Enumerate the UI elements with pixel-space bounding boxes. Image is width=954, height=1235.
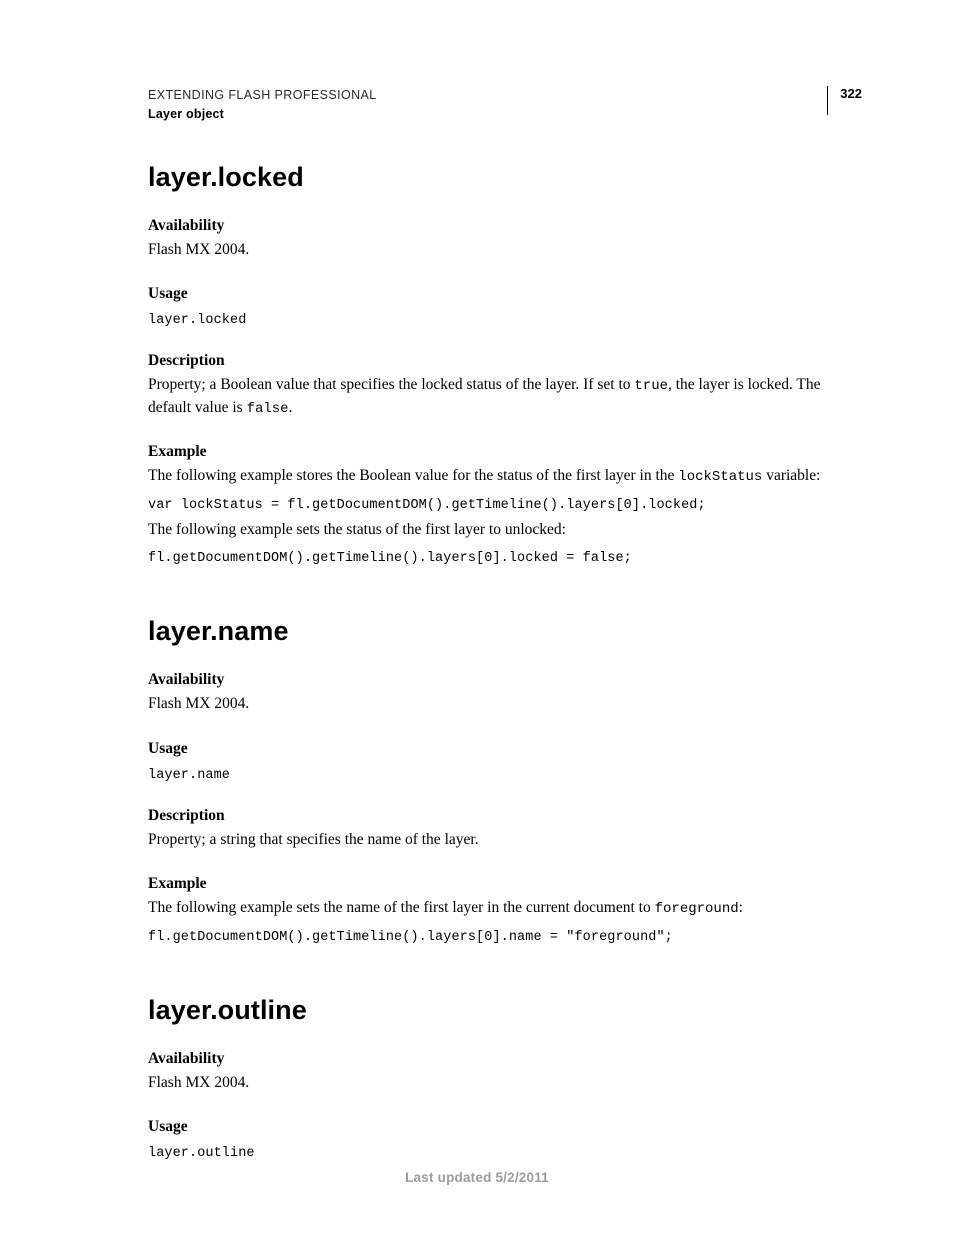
doc-section: Layer object xyxy=(148,107,224,121)
api-heading: layer.outline xyxy=(148,995,862,1026)
example-intro: The following example stores the Boolean… xyxy=(148,465,862,487)
section-layer-locked: layer.locked Availability Flash MX 2004.… xyxy=(148,162,862,566)
usage-label: Usage xyxy=(148,740,862,758)
header-left: EXTENDING FLASH PROFESSIONAL Layer objec… xyxy=(148,86,827,125)
usage-code: layer.name xyxy=(148,768,862,783)
inline-code: foreground xyxy=(655,901,739,917)
running-header: EXTENDING FLASH PROFESSIONAL Layer objec… xyxy=(148,86,862,125)
inline-code: false xyxy=(247,401,289,417)
doc-title: EXTENDING FLASH PROFESSIONAL xyxy=(148,88,377,102)
example-text-post: variable: xyxy=(762,467,820,484)
example-code: var lockStatus = fl.getDocumentDOM().get… xyxy=(148,498,862,513)
api-heading: layer.name xyxy=(148,616,862,647)
desc-text-post: . xyxy=(289,399,293,416)
usage-label: Usage xyxy=(148,1118,862,1136)
page-footer: Last updated 5/2/2011 xyxy=(0,1170,954,1185)
availability-label: Availability xyxy=(148,1050,862,1068)
usage-code: layer.outline xyxy=(148,1146,862,1161)
availability-text: Flash MX 2004. xyxy=(148,693,862,715)
availability-label: Availability xyxy=(148,217,862,235)
section-layer-outline: layer.outline Availability Flash MX 2004… xyxy=(148,995,862,1161)
example-code: fl.getDocumentDOM().getTimeline().layers… xyxy=(148,930,862,945)
api-heading: layer.locked xyxy=(148,162,862,193)
availability-text: Flash MX 2004. xyxy=(148,239,862,261)
inline-code: true xyxy=(634,378,668,394)
page-number: 322 xyxy=(827,86,862,115)
availability-text: Flash MX 2004. xyxy=(148,1072,862,1094)
description-label: Description xyxy=(148,807,862,825)
inline-code: lockStatus xyxy=(678,469,762,485)
description-text: Property; a string that specifies the na… xyxy=(148,829,862,851)
section-layer-name: layer.name Availability Flash MX 2004. U… xyxy=(148,616,862,944)
example-label: Example xyxy=(148,875,862,893)
desc-text-pre: Property; a Boolean value that specifies… xyxy=(148,376,634,393)
usage-code: layer.locked xyxy=(148,313,862,328)
example-text-pre: The following example stores the Boolean… xyxy=(148,467,678,484)
description-text: Property; a Boolean value that specifies… xyxy=(148,374,862,419)
example-intro: The following example sets the name of t… xyxy=(148,897,862,919)
example-text-pre: The following example sets the name of t… xyxy=(148,899,655,916)
usage-label: Usage xyxy=(148,285,862,303)
description-label: Description xyxy=(148,352,862,370)
page-content: layer.locked Availability Flash MX 2004.… xyxy=(148,86,862,1161)
availability-label: Availability xyxy=(148,671,862,689)
example-label: Example xyxy=(148,443,862,461)
example-code-2: fl.getDocumentDOM().getTimeline().layers… xyxy=(148,551,862,566)
example-intro-2: The following example sets the status of… xyxy=(148,519,862,541)
example-text-post: : xyxy=(739,899,743,916)
